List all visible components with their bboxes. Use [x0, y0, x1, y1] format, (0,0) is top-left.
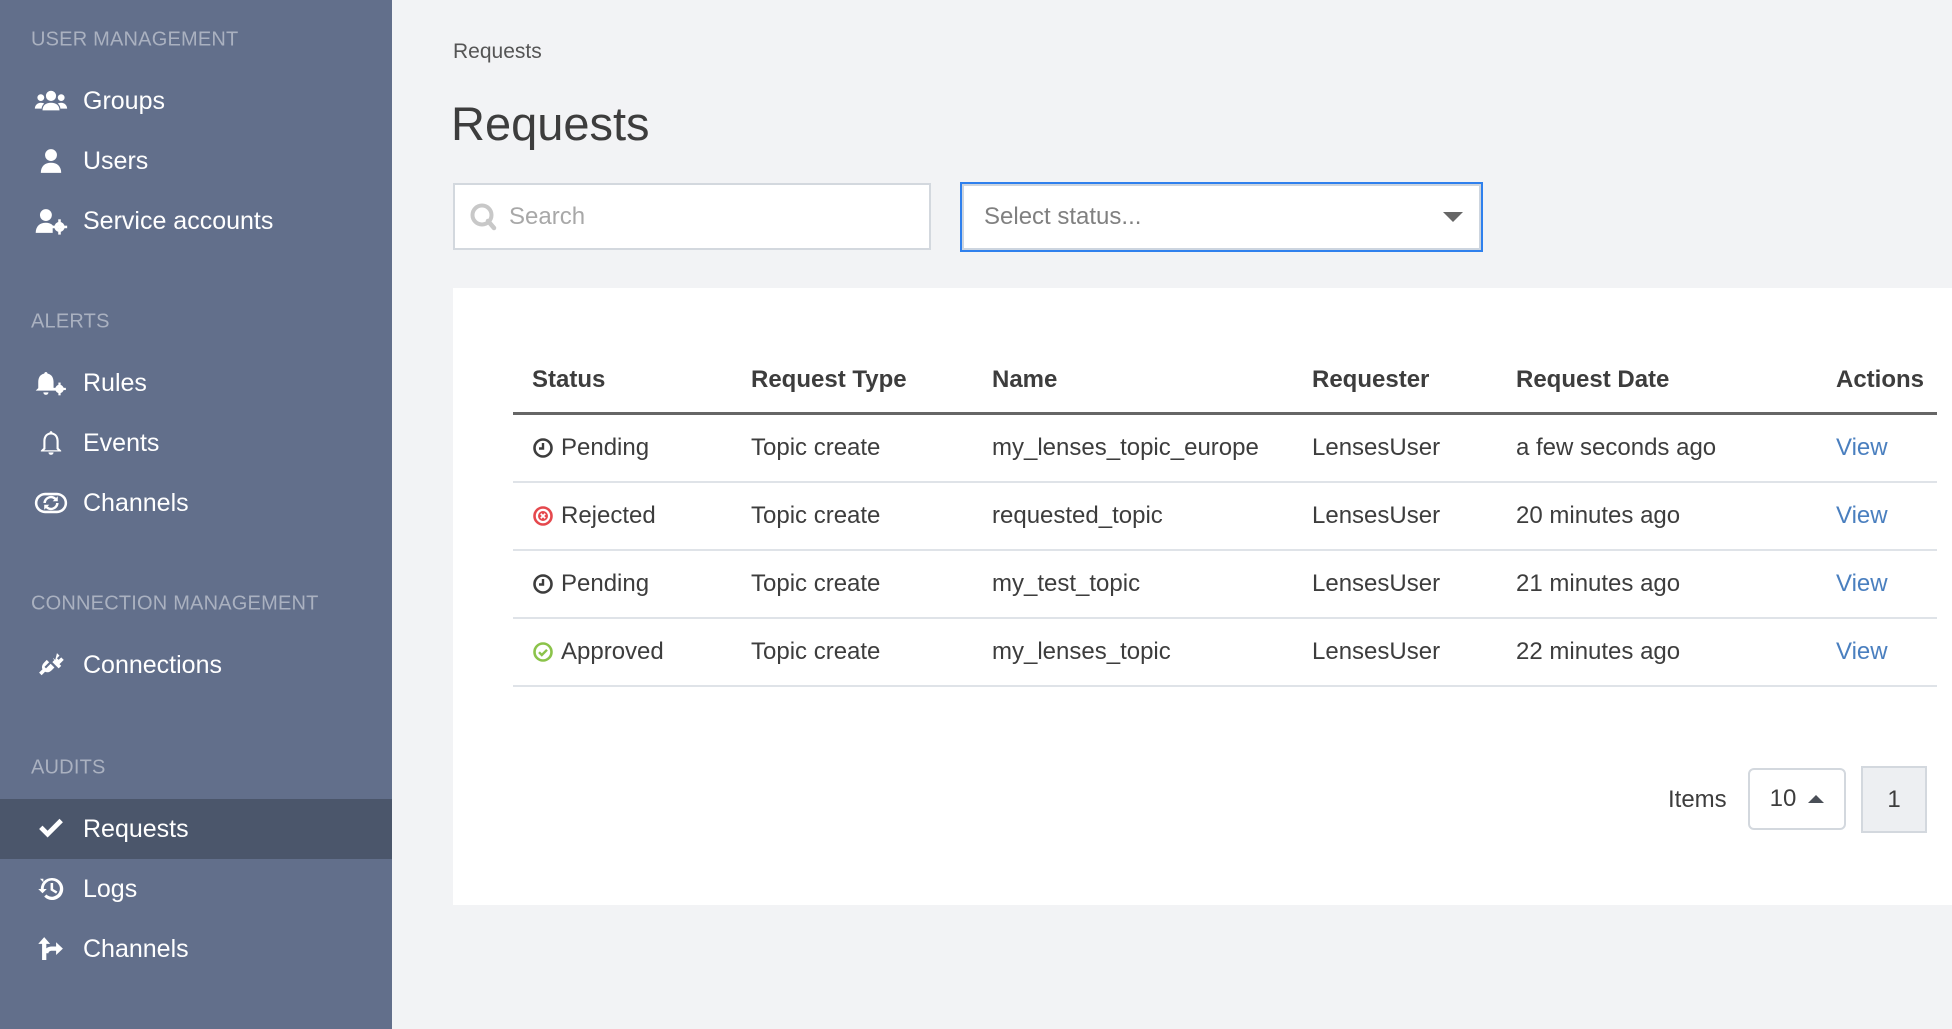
column-header-requester[interactable]: Requester: [1312, 366, 1429, 394]
users-group-icon: [33, 85, 69, 117]
check-circle-icon: [533, 642, 553, 662]
status-select[interactable]: Select status...: [960, 182, 1483, 252]
sidebar-item-label: Rules: [83, 368, 147, 397]
column-header-request-type[interactable]: Request Type: [751, 366, 907, 394]
table-header: Status Request Type Name Requester Reque…: [513, 348, 1937, 415]
table-row: Rejected Topic create requested_topic Le…: [513, 483, 1937, 551]
sidebar-item-label: Events: [83, 428, 160, 457]
sidebar-item-label: Logs: [83, 874, 138, 903]
check-icon: [33, 813, 69, 845]
request-type-cell: Topic create: [751, 434, 881, 461]
status-label: Pending: [561, 570, 650, 597]
request-type-cell: Topic create: [751, 570, 881, 597]
sidebar-item-label: Users: [83, 146, 149, 175]
status-cell: Rejected: [532, 502, 656, 530]
sidebar-item-alert-channels[interactable]: Channels: [0, 473, 392, 533]
sidebar-item-logs[interactable]: Logs: [0, 859, 392, 919]
clock-icon: [533, 438, 553, 458]
requester-cell: LensesUser: [1312, 638, 1441, 665]
sidebar-item-label: Service accounts: [83, 206, 274, 235]
sidebar-item-label: Connections: [83, 650, 222, 679]
page-button-current[interactable]: 1: [1861, 766, 1927, 833]
sidebar-item-audit-channels[interactable]: Channels: [0, 919, 392, 979]
sync-circle-icon: [33, 487, 69, 519]
column-header-actions: Actions: [1836, 366, 1925, 393]
request-date-cell: 22 minutes ago: [1516, 638, 1681, 665]
status-select-placeholder: Select status...: [984, 203, 1142, 230]
status-label: Pending: [561, 434, 650, 461]
name-cell: requested_topic: [992, 502, 1163, 529]
section-title-alerts: ALERTS: [31, 310, 110, 333]
name-cell: my_lenses_topic: [992, 638, 1171, 665]
name-cell: my_lenses_topic_europe: [992, 434, 1259, 461]
table-row: Pending Topic create my_test_topic Lense…: [513, 551, 1937, 619]
request-date-cell: a few seconds ago: [1516, 434, 1717, 461]
section-title-audits: AUDITS: [31, 756, 106, 779]
requester-cell: LensesUser: [1312, 570, 1441, 597]
clock-icon: [533, 574, 553, 594]
x-circle-icon: [533, 506, 553, 526]
status-label: Rejected: [561, 502, 656, 529]
sidebar: USER MANAGEMENT Groups Users Service acc…: [0, 0, 392, 1029]
user-icon: [33, 145, 69, 177]
section-title-connection-management: CONNECTION MANAGEMENT: [31, 592, 319, 615]
view-link[interactable]: View: [1836, 638, 1888, 666]
sidebar-item-events[interactable]: Events: [0, 413, 392, 473]
items-per-page-value: 10: [1769, 785, 1797, 812]
bell-cog-icon: [33, 367, 69, 399]
request-type-cell: Topic create: [751, 502, 881, 529]
column-header-request-date[interactable]: Request Date: [1516, 366, 1669, 394]
items-per-page-label: Items: [1668, 786, 1727, 813]
requester-cell: LensesUser: [1312, 434, 1441, 461]
sidebar-item-label: Channels: [83, 488, 189, 517]
request-type-cell: Topic create: [751, 638, 881, 665]
sidebar-item-requests[interactable]: Requests: [0, 799, 392, 859]
view-link[interactable]: View: [1836, 434, 1888, 462]
request-date-cell: 21 minutes ago: [1516, 570, 1681, 597]
breadcrumb[interactable]: Requests: [453, 40, 542, 64]
table-row: Approved Topic create my_lenses_topic Le…: [513, 619, 1937, 687]
requester-cell: LensesUser: [1312, 502, 1441, 529]
page-title: Requests: [451, 97, 650, 150]
sidebar-item-label: Channels: [83, 934, 189, 963]
sidebar-item-rules[interactable]: Rules: [0, 353, 392, 413]
section-title-user-management: USER MANAGEMENT: [31, 28, 239, 51]
column-header-name[interactable]: Name: [992, 366, 1057, 394]
items-per-page-select[interactable]: 10: [1748, 768, 1846, 830]
sidebar-item-label: Groups: [83, 86, 165, 115]
sidebar-item-service-accounts[interactable]: Service accounts: [0, 191, 392, 251]
status-cell: Pending: [532, 570, 649, 598]
sidebar-item-connections[interactable]: Connections: [0, 635, 392, 695]
name-cell: my_test_topic: [992, 570, 1141, 597]
view-link[interactable]: View: [1836, 502, 1888, 530]
request-date-cell: 20 minutes ago: [1516, 502, 1681, 529]
column-header-status[interactable]: Status: [532, 366, 605, 394]
user-cog-icon: [33, 205, 69, 237]
sidebar-item-label: Requests: [83, 814, 189, 843]
status-cell: Approved: [532, 638, 664, 666]
sidebar-item-groups[interactable]: Groups: [0, 71, 392, 131]
route-arrows-icon: [33, 933, 69, 965]
history-icon: [33, 873, 69, 905]
search-input[interactable]: [509, 202, 909, 231]
search-icon: [470, 203, 497, 230]
sidebar-item-users[interactable]: Users: [0, 131, 392, 191]
plug-disconnected-icon: [33, 649, 69, 681]
requests-table: Status Request Type Name Requester Reque…: [513, 348, 1937, 687]
search-box[interactable]: [453, 183, 931, 250]
table-row: Pending Topic create my_lenses_topic_eur…: [513, 415, 1937, 483]
caret-up-icon: [1808, 795, 1825, 803]
bell-outline-icon: [33, 427, 69, 459]
status-cell: Pending: [532, 434, 649, 462]
status-label: Approved: [561, 638, 664, 665]
caret-down-icon: [1443, 212, 1463, 222]
view-link[interactable]: View: [1836, 570, 1888, 598]
